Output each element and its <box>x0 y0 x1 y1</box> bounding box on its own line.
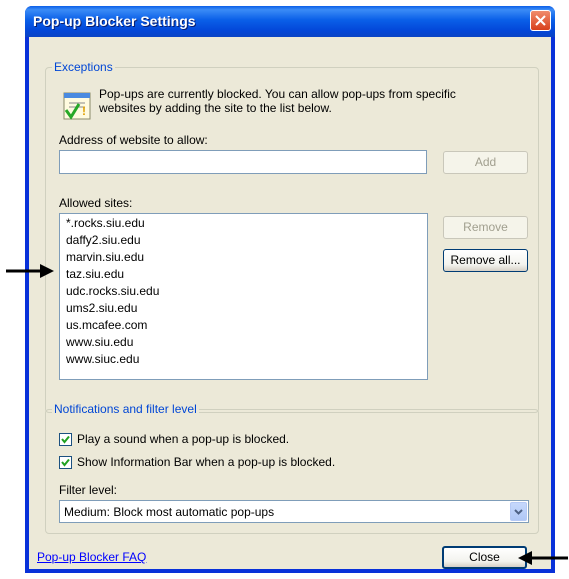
exceptions-legend: Exceptions <box>52 60 115 74</box>
list-item[interactable]: us.mcafee.com <box>66 318 147 332</box>
remove-all-button[interactable]: Remove all... <box>443 249 528 272</box>
info-text-line-1: Pop-ups are currently blocked. You can a… <box>99 87 456 101</box>
play-sound-checkbox[interactable] <box>59 433 72 446</box>
list-item[interactable]: ums2.siu.edu <box>66 301 137 315</box>
list-item[interactable]: taz.siu.edu <box>66 267 124 281</box>
right-pointer-arrow-icon <box>518 551 568 565</box>
info-text-line-2: websites by adding the site to the list … <box>99 101 332 115</box>
faq-link[interactable]: Pop-up Blocker FAQ <box>37 550 146 564</box>
list-item[interactable]: marvin.siu.edu <box>66 250 144 264</box>
info-icon: ! <box>63 92 91 120</box>
close-icon <box>535 15 546 26</box>
address-input[interactable] <box>59 150 427 174</box>
dialog-body: Exceptions ! Pop-ups are currently block… <box>29 37 551 569</box>
dialog-title: Pop-up Blocker Settings <box>33 13 196 29</box>
chevron-down-icon <box>514 509 523 515</box>
notifications-legend: Notifications and filter level <box>52 402 199 416</box>
svg-text:!: ! <box>82 104 86 118</box>
allowed-sites-list[interactable]: *.rocks.siu.edu daffy2.siu.edu marvin.si… <box>59 213 428 380</box>
list-item[interactable]: *.rocks.siu.edu <box>66 216 145 230</box>
info-bar-label[interactable]: Show Information Bar when a pop-up is bl… <box>77 455 335 469</box>
play-sound-label[interactable]: Play a sound when a pop-up is blocked. <box>77 432 289 446</box>
checkmark-icon <box>61 458 70 467</box>
add-button[interactable]: Add <box>443 151 528 174</box>
dropdown-button[interactable] <box>510 502 527 521</box>
list-item[interactable]: www.siu.edu <box>66 335 133 349</box>
remove-button[interactable]: Remove <box>443 216 528 239</box>
list-item[interactable]: www.siuc.edu <box>66 352 139 366</box>
left-pointer-arrow-icon <box>6 264 54 278</box>
close-button[interactable]: Close <box>442 546 527 569</box>
title-bar[interactable]: Pop-up Blocker Settings <box>25 6 555 37</box>
address-label: Address of website to allow: <box>59 133 208 147</box>
filter-level-select[interactable]: Medium: Block most automatic pop-ups <box>59 500 529 523</box>
list-item[interactable]: udc.rocks.siu.edu <box>66 284 159 298</box>
info-bar-checkbox[interactable] <box>59 456 72 469</box>
checkmark-icon <box>61 435 70 444</box>
dialog-window: Pop-up Blocker Settings Exceptions ! Pop… <box>25 6 555 573</box>
exceptions-group: Exceptions ! Pop-ups are currently block… <box>45 60 539 413</box>
notifications-group: Notifications and filter level Play a so… <box>45 402 539 534</box>
allowed-sites-label: Allowed sites: <box>59 196 133 210</box>
filter-level-value: Medium: Block most automatic pop-ups <box>64 505 275 519</box>
list-item[interactable]: daffy2.siu.edu <box>66 233 141 247</box>
close-window-button[interactable] <box>530 10 551 31</box>
filter-level-label: Filter level: <box>59 483 118 497</box>
